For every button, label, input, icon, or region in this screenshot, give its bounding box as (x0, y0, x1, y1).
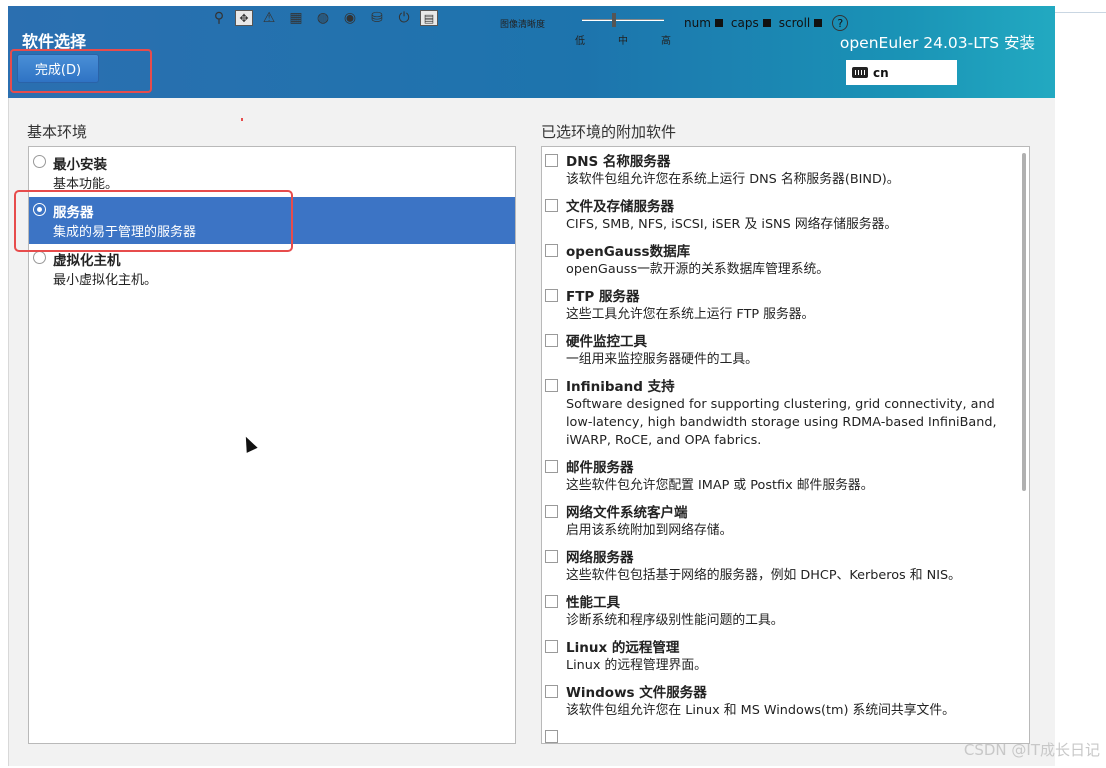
addon-software-label: 已选环境的附加软件 (541, 123, 677, 141)
checkbox[interactable] (545, 685, 558, 698)
checkbox[interactable] (545, 379, 558, 392)
checkbox[interactable] (545, 730, 558, 743)
slider-mid-label: 中 (618, 36, 628, 47)
keyboard-icon (852, 67, 868, 78)
env-item-name: 最小安装 (53, 157, 107, 173)
addon-item-desc: 该软件包组允许您在系统上运行 DNS 名称服务器(BIND)。 (566, 172, 900, 187)
addon-item-name: 硬件监控工具 (566, 334, 647, 350)
addon-item-desc: 启用该系统附加到网络存储。 (566, 523, 733, 538)
addon-item-desc: 这些工具允许您在系统上运行 FTP 服务器。 (566, 307, 815, 322)
warning-icon[interactable]: ⚠ (258, 8, 280, 28)
film-icon[interactable]: ▦ (285, 8, 307, 28)
scroll-lock-label: scroll (778, 16, 811, 30)
addon-item-hardware-monitoring[interactable]: 硬件监控工具 一组用来监控服务器硬件的工具。 (542, 331, 1018, 376)
pin-icon[interactable]: ⚲ (208, 8, 230, 28)
addon-item-desc: Software designed for supporting cluster… (566, 397, 997, 448)
checkbox[interactable] (545, 550, 558, 563)
addon-item-desc: 诊断系统和程序级别性能问题的工具。 (566, 613, 784, 628)
checkbox[interactable] (545, 244, 558, 257)
right-margin (1055, 0, 1106, 768)
addon-item-name: 网络文件系统客户端 (566, 505, 688, 521)
addon-item-desc: openGauss一款开源的关系数据库管理系统。 (566, 262, 830, 277)
addon-item-name: Windows 文件服务器 (566, 685, 707, 701)
checkbox[interactable] (545, 595, 558, 608)
addon-item-desc: 这些软件包允许您配置 IMAP 或 Postfix 邮件服务器。 (566, 478, 874, 493)
keyboard-layout-indicator[interactable]: cn (846, 60, 957, 85)
mouse-icon[interactable]: ◍ (312, 8, 334, 28)
addon-item-performance-tools[interactable]: 性能工具 诊断系统和程序级别性能问题的工具。 (542, 592, 1018, 637)
checkbox[interactable] (545, 460, 558, 473)
addon-item-desc: 这些软件包包括基于网络的服务器，例如 DHCP、Kerberos 和 NIS。 (566, 568, 961, 583)
checkbox[interactable] (545, 505, 558, 518)
addon-item-name: Linux 的远程管理 (566, 640, 680, 656)
addon-item-desc: 该软件包组允许您在 Linux 和 MS Windows(tm) 系统间共享文件… (566, 703, 955, 718)
checkbox[interactable] (545, 334, 558, 347)
divider (1055, 12, 1106, 13)
env-item-virtualization-host[interactable]: 虚拟化主机 最小虚拟化主机。 (29, 245, 515, 292)
env-item-minimal[interactable]: 最小安装 基本功能。 (29, 149, 515, 196)
env-item-name: 虚拟化主机 (53, 253, 121, 269)
remote-console-toolbar: ⚲ ✥ ⚠ ▦ ◍ ◉ ⛁ ⏻ ▤ (208, 8, 443, 38)
addon-item-ftp[interactable]: FTP 服务器 这些工具允许您在系统上运行 FTP 服务器。 (542, 286, 1018, 331)
addon-item-desc: 一组用来监控服务器硬件的工具。 (566, 352, 758, 367)
env-item-desc: 最小虚拟化主机。 (53, 273, 158, 288)
radio-button[interactable] (33, 155, 46, 168)
addon-item-infiniband[interactable]: Infiniband 支持 Software designed for supp… (542, 376, 1018, 457)
slider-thumb[interactable] (612, 13, 616, 27)
keyboard-layout-label: cn (873, 65, 889, 80)
slider-low-label: 低 (575, 36, 585, 47)
addon-item-mail-server[interactable]: 邮件服务器 这些软件包允许您配置 IMAP 或 Postfix 邮件服务器。 (542, 457, 1018, 502)
grid-icon[interactable]: ▤ (420, 10, 438, 26)
done-button-highlight (10, 49, 152, 93)
help-icon[interactable]: ? (832, 15, 849, 31)
addon-item-name: 网络服务器 (566, 550, 634, 566)
addon-software-list: DNS 名称服务器 该软件包组允许您在系统上运行 DNS 名称服务器(BIND)… (541, 146, 1030, 744)
addon-item-file-storage[interactable]: 文件及存储服务器 CIFS, SMB, NFS, iSCSI, iSER 及 i… (542, 196, 1018, 241)
addon-item-name: 文件及存储服务器 (566, 199, 674, 215)
addon-item-partial[interactable] (542, 727, 1018, 743)
product-title: openEuler 24.03-LTS 安装 (839, 34, 1035, 52)
move-icon[interactable]: ✥ (235, 10, 253, 26)
addon-item-remote-management[interactable]: Linux 的远程管理 Linux 的远程管理界面。 (542, 637, 1018, 682)
checkbox[interactable] (545, 289, 558, 302)
addon-item-windows-file-server[interactable]: Windows 文件服务器 该软件包组允许您在 Linux 和 MS Windo… (542, 682, 1018, 727)
addon-item-desc: Linux 的远程管理界面。 (566, 658, 707, 673)
screen: 软件选择 完成(D) openEuler 24.03-LTS 安装 cn ⚲ ✥… (0, 0, 1106, 768)
addon-items: DNS 名称服务器 该软件包组允许您在系统上运行 DNS 名称服务器(BIND)… (542, 151, 1018, 743)
server-highlight (14, 190, 293, 252)
addon-item-name: 性能工具 (566, 595, 620, 611)
addon-item-nfs-client[interactable]: 网络文件系统客户端 启用该系统附加到网络存储。 (542, 502, 1018, 547)
caps-lock-label: caps (730, 16, 759, 30)
clarity-label: 图像清晰度 (500, 20, 546, 30)
slider-track (582, 19, 664, 21)
radio-button[interactable] (33, 251, 46, 264)
scrollbar[interactable] (1022, 153, 1026, 491)
cd-icon[interactable]: ◉ (339, 8, 361, 28)
addon-item-network-server[interactable]: 网络服务器 这些软件包包括基于网络的服务器，例如 DHCP、Kerberos 和… (542, 547, 1018, 592)
red-mark (241, 118, 243, 121)
checkbox[interactable] (545, 199, 558, 212)
addon-item-desc: CIFS, SMB, NFS, iSCSI, iSER 及 iSNS 网络存储服… (566, 217, 898, 232)
addon-item-name: Infiniband 支持 (566, 379, 675, 395)
num-lock-label: num (684, 16, 711, 30)
lock-indicators: num caps scroll ? (684, 15, 849, 31)
caps-lock-indicator (762, 19, 771, 27)
num-lock-indicator (714, 19, 723, 27)
addon-item-name: DNS 名称服务器 (566, 154, 671, 170)
addon-item-name: 邮件服务器 (566, 460, 634, 476)
slider-labels: 低 中 高 (575, 32, 671, 47)
addon-item-name: openGauss数据库 (566, 244, 691, 260)
addon-item-opengauss[interactable]: openGauss数据库 openGauss一款开源的关系数据库管理系统。 (542, 241, 1018, 286)
slider-high-label: 高 (661, 36, 671, 47)
checkbox[interactable] (545, 154, 558, 167)
power-icon[interactable]: ⏻ (393, 8, 415, 28)
base-environment-label: 基本环境 (27, 123, 88, 141)
watermark: CSDN @IT成长日记 (963, 741, 1100, 759)
addon-item-dns[interactable]: DNS 名称服务器 该软件包组允许您在系统上运行 DNS 名称服务器(BIND)… (542, 151, 1018, 196)
disk-icon[interactable]: ⛁ (366, 8, 388, 28)
checkbox[interactable] (545, 640, 558, 653)
scroll-lock-indicator (814, 19, 823, 27)
addon-item-name: FTP 服务器 (566, 289, 640, 305)
